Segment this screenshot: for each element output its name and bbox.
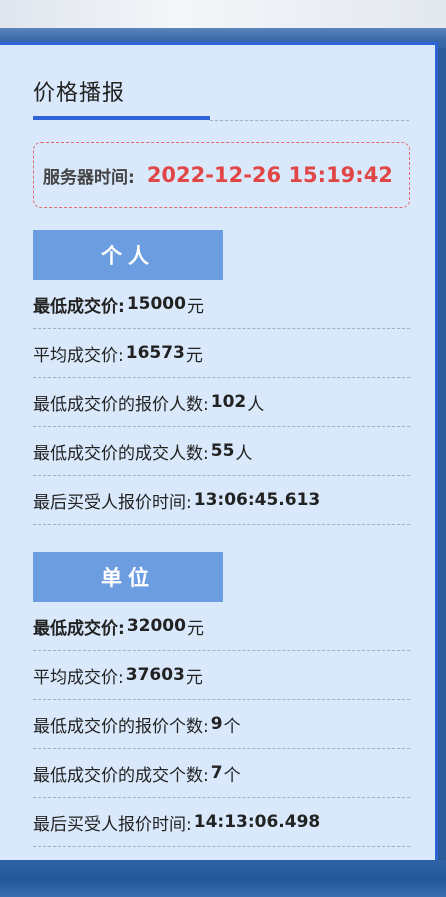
page-title: 价格播报 — [33, 81, 126, 106]
footer-wave-banner — [0, 860, 446, 897]
row-label: 最低成交价的成交个数: — [33, 765, 209, 786]
unit-section-button[interactable]: 单位 — [33, 552, 223, 602]
title-divider — [210, 120, 409, 121]
row-label: 最低成交价的报价人数: — [33, 394, 209, 415]
row-label: 平均成交价: — [33, 667, 124, 688]
row-label: 最低成交价: — [33, 618, 125, 639]
row-label: 最低成交价的成交人数: — [33, 443, 209, 464]
server-time-box: 服务器时间: 2022-12-26 15:19:42 — [33, 142, 410, 208]
row-value: 14:13:06.498 — [193, 812, 321, 832]
server-time-value: 2022-12-26 15:19:42 — [146, 163, 393, 187]
list-item: 最后买受人报价时间: 13:06:45.613 — [33, 476, 410, 525]
row-value: 102 — [210, 392, 247, 412]
title-underline — [33, 116, 210, 120]
row-label: 最后买受人报价时间: — [33, 492, 192, 513]
list-item: 最低成交价: 32000 元 — [33, 602, 410, 651]
row-value: 16573 — [125, 343, 185, 363]
row-label: 最低成交价的报价个数: — [33, 716, 209, 737]
row-value: 55 — [210, 441, 235, 461]
row-value: 7 — [210, 763, 223, 783]
list-item: 最后买受人报价时间: 14:13:06.498 — [33, 798, 410, 847]
list-item: 最低成交价的报价人数: 102 人 — [33, 378, 410, 427]
row-value: 15000 — [126, 294, 186, 314]
list-item: 平均成交价: 16573 元 — [33, 329, 410, 378]
individual-section-button[interactable]: 个人 — [33, 230, 223, 280]
row-label: 最后买受人报价时间: — [33, 814, 192, 835]
row-label: 平均成交价: — [33, 345, 124, 366]
row-value: 13:06:45.613 — [193, 490, 321, 510]
row-unit: 人 — [235, 443, 253, 464]
list-item: 最低成交价: 15000 元 — [33, 280, 410, 329]
list-item: 最低成交价的成交人数: 55 人 — [33, 427, 410, 476]
row-unit: 元 — [186, 296, 204, 317]
row-value: 9 — [210, 714, 223, 734]
row-label: 最低成交价: — [33, 296, 125, 317]
list-item: 最低成交价的成交个数: 7 个 — [33, 749, 410, 798]
price-broadcast-panel: 价格播报 服务器时间: 2022-12-26 15:19:42 个人 最低成交价… — [0, 42, 438, 860]
row-unit: 人 — [247, 394, 265, 415]
row-unit: 个 — [223, 716, 241, 737]
row-unit: 元 — [185, 667, 203, 688]
list-item: 平均成交价: 37603 元 — [33, 651, 410, 700]
list-item: 最低成交价的报价个数: 9 个 — [33, 700, 410, 749]
row-unit: 个 — [223, 765, 241, 786]
server-time-label: 服务器时间: — [43, 167, 135, 188]
row-value: 32000 — [126, 616, 186, 636]
row-unit: 元 — [185, 345, 203, 366]
row-unit: 元 — [186, 618, 204, 639]
row-value: 37603 — [125, 665, 185, 685]
